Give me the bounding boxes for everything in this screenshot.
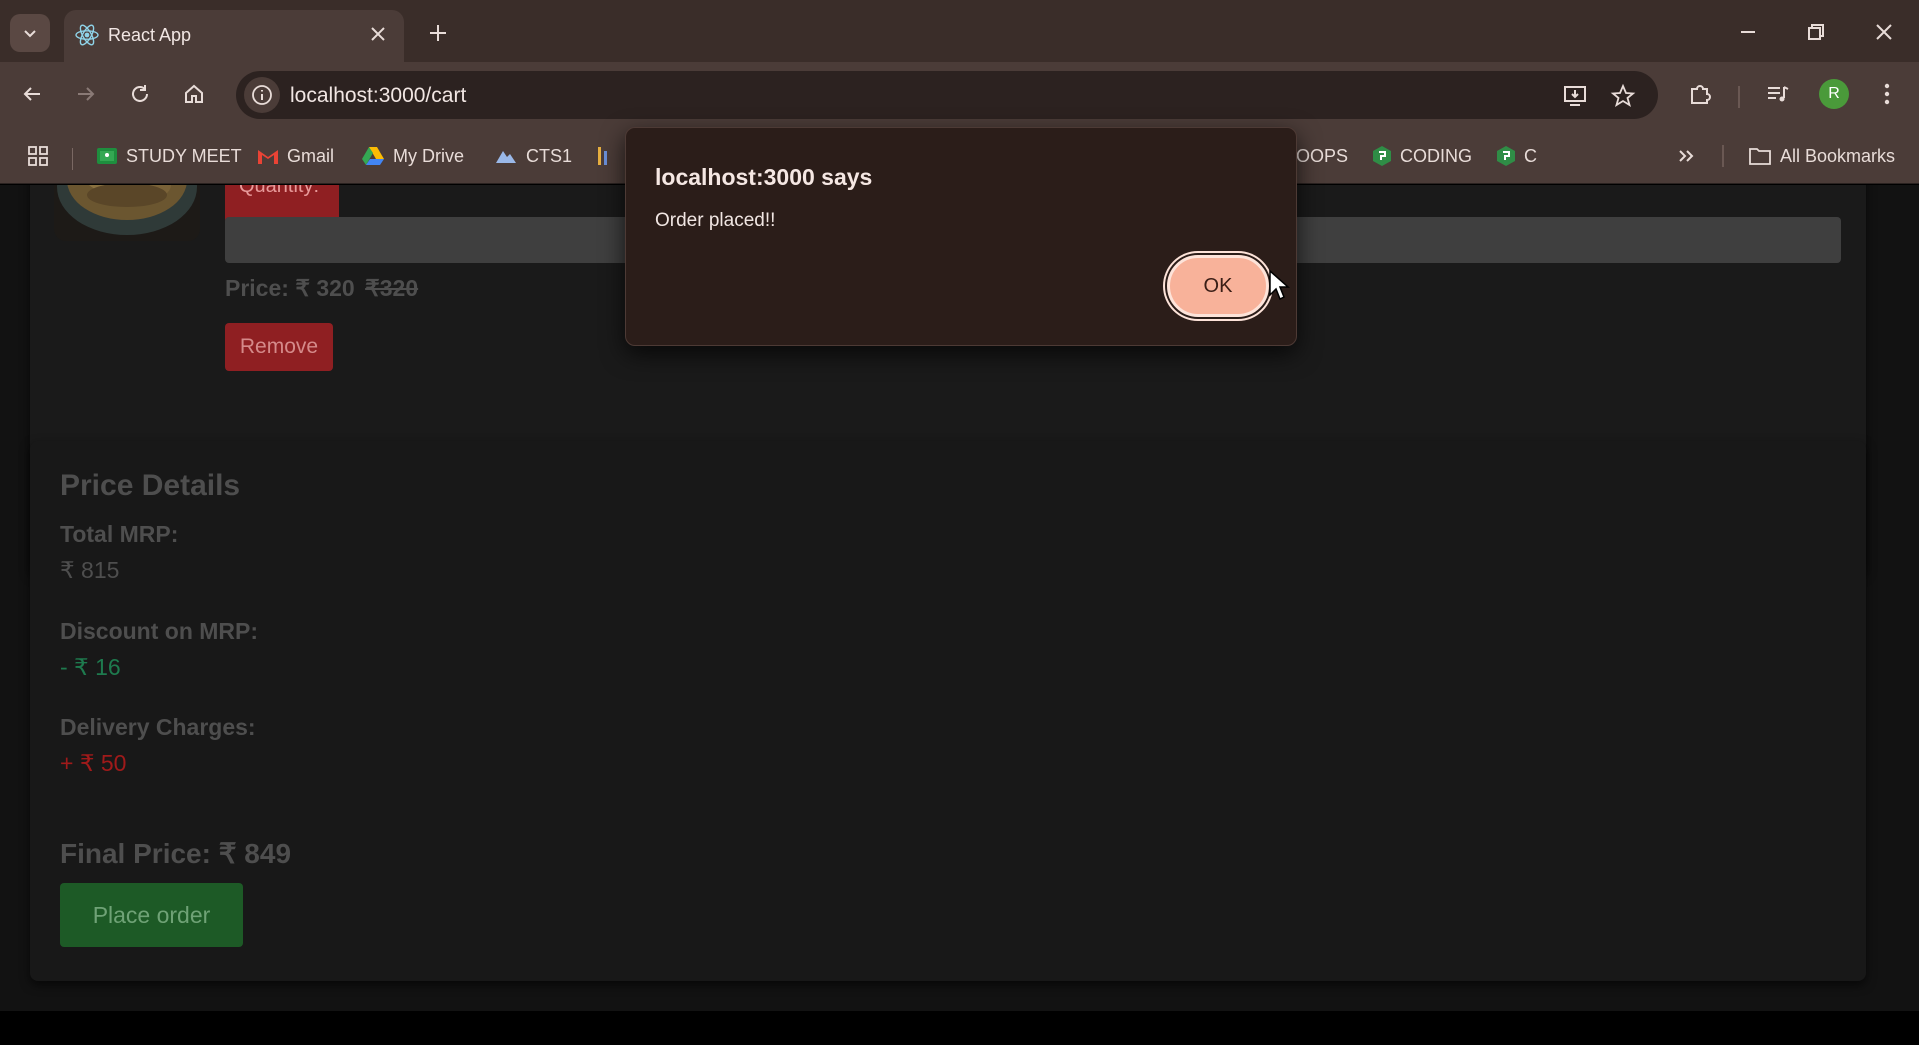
extensions-button[interactable] bbox=[1683, 77, 1717, 111]
minimize-icon bbox=[1741, 31, 1755, 33]
delivery-value: + ₹ 50 bbox=[60, 750, 127, 776]
bookmarks-divider bbox=[72, 148, 73, 170]
bookmark-label: OOPS bbox=[1296, 145, 1349, 166]
forward-button[interactable] bbox=[68, 76, 104, 112]
close-tab-icon[interactable] bbox=[366, 22, 390, 46]
close-window-button[interactable] bbox=[1862, 14, 1906, 50]
arrow-right-icon bbox=[78, 87, 95, 101]
puzzle-icon bbox=[1691, 85, 1711, 104]
food-image bbox=[54, 185, 200, 241]
final-price: Final Price: ₹ 849 bbox=[60, 838, 292, 869]
react-icon bbox=[75, 24, 99, 46]
discount-value: - ₹ 16 bbox=[60, 654, 121, 680]
new-tab-button[interactable] bbox=[420, 18, 456, 48]
browser-menu-button[interactable] bbox=[1870, 77, 1904, 111]
queue-music-icon bbox=[1768, 86, 1789, 102]
tab-strip: React App bbox=[0, 0, 1919, 62]
apps-grid-icon bbox=[28, 146, 48, 166]
bookmark-bars-icon bbox=[598, 147, 607, 165]
original-price: ₹320 bbox=[365, 275, 419, 301]
discount-label: Discount on MRP: bbox=[60, 618, 259, 644]
place-order-button[interactable]: Place order bbox=[60, 883, 243, 947]
total-mrp-label: Total MRP: bbox=[60, 521, 179, 547]
bookmark-gmail[interactable]: Gmail bbox=[257, 142, 334, 170]
apps-button[interactable] bbox=[26, 142, 50, 170]
all-bookmarks-label: All Bookmarks bbox=[1780, 145, 1896, 166]
bookmark-my-drive[interactable]: My Drive bbox=[361, 142, 464, 170]
home-icon bbox=[185, 84, 203, 103]
restore-icon bbox=[1808, 24, 1824, 40]
arrow-left-icon bbox=[23, 87, 40, 101]
tab-title: React App bbox=[108, 25, 192, 45]
more-vertical-icon bbox=[1884, 83, 1890, 105]
close-icon bbox=[1876, 24, 1892, 40]
price-details-heading: Price Details bbox=[60, 469, 241, 502]
price-details-card: Price Details Total MRP: ₹ 815 Discount … bbox=[30, 441, 1866, 981]
total-mrp-value: ₹ 815 bbox=[60, 557, 120, 583]
bookmark-oops[interactable]: OOPS bbox=[1296, 142, 1348, 170]
item-price: Price: ₹ 320 ₹320 bbox=[225, 275, 418, 302]
reload-icon bbox=[132, 85, 148, 102]
remove-button[interactable]: Remove bbox=[225, 323, 333, 371]
chevron-down-icon bbox=[24, 30, 36, 38]
bookmark-label: CTS1 bbox=[526, 145, 573, 166]
bookmarks-divider-right bbox=[1722, 145, 1724, 167]
minimize-button[interactable] bbox=[1726, 14, 1770, 50]
dialog-message: Order placed!! bbox=[655, 210, 776, 231]
toolbar-divider bbox=[1738, 86, 1740, 108]
classroom-icon bbox=[97, 148, 117, 164]
tab-search-button[interactable] bbox=[10, 14, 50, 52]
plus-icon bbox=[430, 25, 446, 41]
cloud-icon bbox=[496, 151, 516, 163]
bookmark-partial[interactable] bbox=[597, 142, 609, 170]
alert-dialog: localhost:3000 says Order placed!! OK bbox=[625, 127, 1297, 346]
media-control-button[interactable] bbox=[1761, 77, 1795, 111]
all-bookmarks-button[interactable]: All Bookmarks bbox=[1748, 142, 1895, 170]
reload-button[interactable] bbox=[122, 76, 158, 112]
ok-button[interactable]: OK bbox=[1167, 255, 1269, 317]
star-icon[interactable] bbox=[1610, 83, 1636, 109]
bookmark-coding[interactable]: CODING bbox=[1372, 142, 1472, 170]
bookmark-label: C bbox=[1524, 145, 1537, 166]
browser-toolbar: localhost:3000/cart R bbox=[0, 62, 1919, 128]
active-tab[interactable]: React App bbox=[64, 10, 404, 62]
delivery-label: Delivery Charges: bbox=[60, 714, 256, 740]
bookmark-label: Gmail bbox=[287, 145, 335, 166]
bookmark-label: CODING bbox=[1400, 145, 1472, 166]
profile-avatar[interactable]: R bbox=[1819, 79, 1849, 109]
folder-icon bbox=[1749, 148, 1771, 165]
gfg-icon bbox=[1497, 146, 1515, 166]
current-price: Price: ₹ 320 bbox=[225, 275, 355, 301]
drive-icon bbox=[362, 147, 384, 165]
restore-button[interactable] bbox=[1794, 14, 1838, 50]
dialog-title: localhost:3000 says bbox=[655, 164, 873, 190]
bookmark-label: STUDY MEET bbox=[126, 145, 242, 166]
back-button[interactable] bbox=[14, 76, 50, 112]
install-app-icon[interactable] bbox=[1562, 83, 1588, 109]
bookmark-c[interactable]: C bbox=[1496, 142, 1537, 170]
mouse-cursor-icon bbox=[1269, 269, 1290, 301]
product-image bbox=[54, 185, 200, 241]
gmail-icon bbox=[258, 150, 278, 164]
bookmark-study-meet[interactable]: STUDY MEET bbox=[96, 142, 242, 170]
home-button[interactable] bbox=[176, 76, 212, 112]
url-text[interactable]: localhost:3000/cart bbox=[290, 84, 466, 108]
page-bottom-strip bbox=[0, 1011, 1919, 1045]
site-info-button[interactable] bbox=[244, 77, 280, 113]
info-icon bbox=[252, 85, 272, 105]
address-bar[interactable]: localhost:3000/cart bbox=[236, 71, 1658, 119]
bookmark-cts1[interactable]: CTS1 bbox=[494, 142, 572, 170]
gfg-icon bbox=[1373, 146, 1391, 166]
chevron-double-right-icon bbox=[1679, 150, 1694, 162]
bookmark-label: My Drive bbox=[393, 145, 464, 166]
more-bookmarks-button[interactable] bbox=[1676, 142, 1696, 170]
